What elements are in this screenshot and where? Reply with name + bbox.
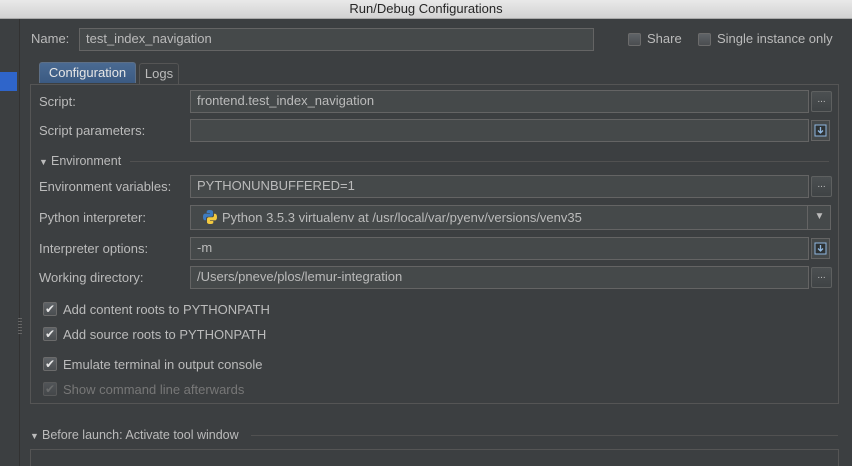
emulate-terminal-checkbox[interactable]: ✔	[43, 357, 57, 371]
working-directory-browse-button[interactable]: ...	[811, 267, 832, 288]
working-directory-input[interactable]: /Users/pneve/plos/lemur-integration	[190, 266, 809, 289]
interpreter-options-label: Interpreter options:	[39, 241, 149, 256]
tab-configuration[interactable]: Configuration	[39, 62, 136, 83]
script-browse-button[interactable]: ...	[811, 91, 832, 112]
python-interpreter-value: Python 3.5.3 virtualenv at /usr/local/va…	[222, 210, 582, 225]
name-label: Name:	[31, 31, 70, 46]
python-interpreter-select[interactable]: Python 3.5.3 virtualenv at /usr/local/va…	[190, 205, 831, 230]
name-input[interactable]: test_index_navigation	[79, 28, 594, 51]
environment-variables-label: Environment variables:	[39, 179, 172, 194]
window-title-bar: Run/Debug Configurations	[0, 0, 852, 19]
expand-field-icon[interactable]	[811, 120, 830, 141]
before-launch-divider	[251, 435, 838, 436]
environment-toggle-icon[interactable]: ▼	[39, 157, 48, 167]
emulate-terminal-label: Emulate terminal in output console	[63, 357, 263, 372]
before-launch-task-list[interactable]	[30, 449, 839, 466]
single-instance-label: Single instance only	[717, 31, 833, 46]
show-command-line-label: Show command line afterwards	[63, 382, 245, 397]
working-directory-label: Working directory:	[39, 270, 144, 285]
tab-logs[interactable]: Logs	[139, 63, 179, 84]
python-logo-icon	[202, 209, 218, 229]
share-checkbox[interactable]	[628, 33, 641, 46]
environment-divider	[130, 161, 829, 162]
show-command-line-checkbox: ✔	[43, 382, 57, 396]
dropdown-arrow-icon[interactable]: ▼	[807, 206, 830, 229]
script-input[interactable]: frontend.test_index_navigation	[190, 90, 809, 113]
before-launch-title[interactable]: Before launch: Activate tool window	[42, 428, 239, 442]
script-label: Script:	[39, 94, 76, 109]
selected-configuration-item[interactable]	[0, 72, 17, 91]
interpreter-options-input[interactable]: -m	[190, 237, 809, 260]
share-label: Share	[647, 31, 682, 46]
environment-variables-input[interactable]: PYTHONUNBUFFERED=1	[190, 175, 809, 198]
window-title: Run/Debug Configurations	[349, 1, 503, 16]
content-roots-label: Add content roots to PYTHONPATH	[63, 302, 270, 317]
splitter-handle[interactable]	[18, 318, 22, 334]
content-roots-checkbox[interactable]: ✔	[43, 302, 57, 316]
expand-field-icon[interactable]	[811, 238, 830, 259]
before-launch-toggle-icon[interactable]: ▼	[30, 431, 39, 441]
script-parameters-input[interactable]	[190, 119, 809, 142]
python-interpreter-label: Python interpreter:	[39, 210, 146, 225]
script-parameters-label: Script parameters:	[39, 123, 146, 138]
environment-variables-edit-button[interactable]: ...	[811, 176, 832, 197]
environment-section-title[interactable]: Environment	[51, 154, 121, 168]
source-roots-checkbox[interactable]: ✔	[43, 327, 57, 341]
source-roots-label: Add source roots to PYTHONPATH	[63, 327, 267, 342]
single-instance-checkbox[interactable]	[698, 33, 711, 46]
